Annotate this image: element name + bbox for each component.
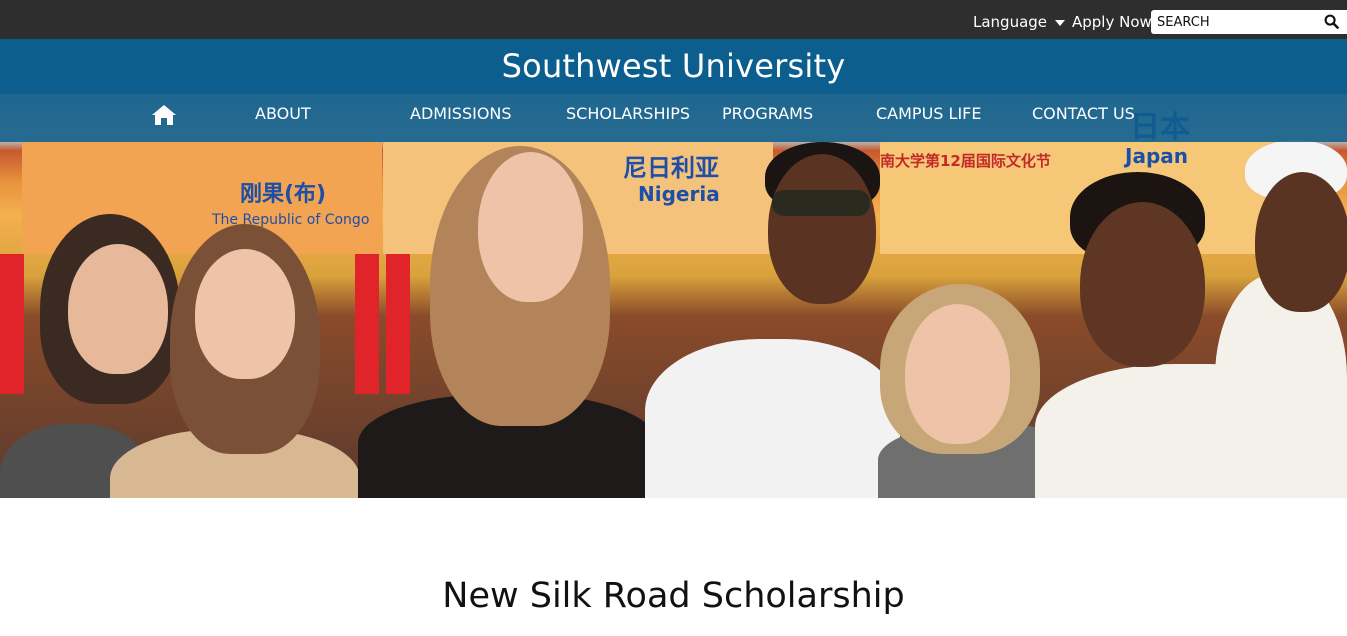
nav-about[interactable]: ABOUT	[255, 94, 311, 142]
red-banner-pole	[386, 254, 410, 394]
language-label: Language	[973, 13, 1048, 31]
hero-banner-image: 刚果(布) The Republic of Congo 尼日利亚 Nigeria…	[0, 94, 1347, 498]
top-utility-bar: Language Apply Now	[0, 0, 1347, 39]
nav-programs[interactable]: PROGRAMS	[722, 94, 813, 142]
apply-now-link[interactable]: Apply Now	[1072, 12, 1152, 32]
search-box	[1151, 10, 1347, 34]
main-navigation: ABOUT ADMISSIONS SCHOLARSHIPS PROGRAMS C…	[0, 94, 1347, 142]
home-icon[interactable]	[151, 104, 177, 126]
page-title: New Silk Road Scholarship	[442, 576, 905, 616]
search-input[interactable]	[1151, 11, 1316, 33]
site-title[interactable]: Southwest University	[502, 47, 846, 85]
nav-campus-life[interactable]: CAMPUS LIFE	[876, 94, 981, 142]
site-header: Southwest University	[0, 39, 1347, 94]
language-dropdown[interactable]: Language	[973, 12, 1066, 32]
nav-scholarships[interactable]: SCHOLARSHIPS	[566, 94, 690, 142]
sunglasses	[772, 190, 870, 216]
red-banner-pole	[0, 254, 24, 394]
red-banner-pole	[355, 254, 379, 394]
nav-admissions[interactable]: ADMISSIONS	[410, 94, 512, 142]
search-icon[interactable]	[1324, 14, 1339, 29]
nav-contact-us[interactable]: CONTACT US	[1032, 94, 1135, 142]
chevron-down-icon	[1055, 20, 1066, 26]
